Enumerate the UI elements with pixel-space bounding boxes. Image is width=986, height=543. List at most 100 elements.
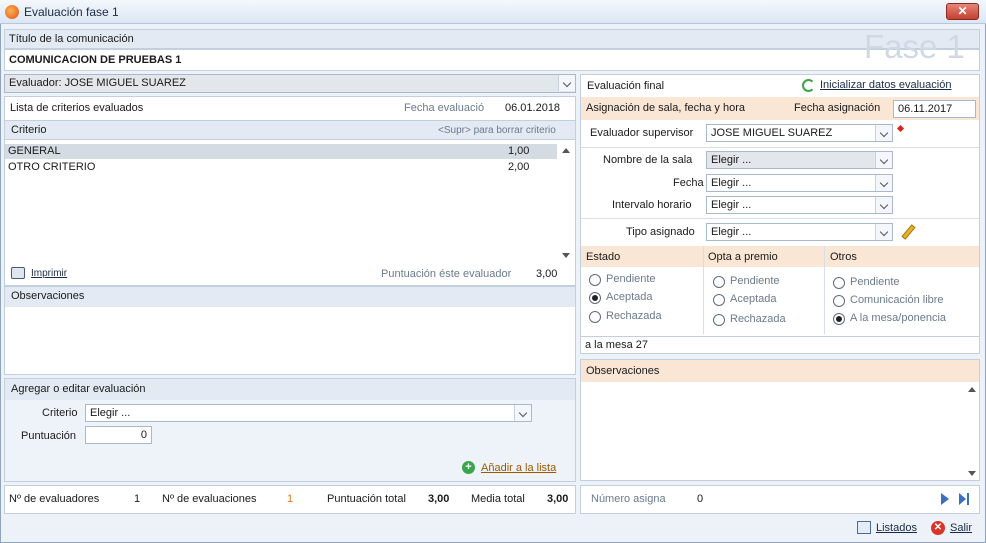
criteria-row-name: GENERAL — [8, 145, 61, 157]
estado-radio-1[interactable] — [589, 292, 601, 304]
time-interval-label: Intervalo horario — [612, 199, 692, 211]
criteria-column-label: Criterio — [11, 124, 47, 136]
supervisor-select[interactable]: JOSE MIGUEL SUAREZ — [706, 124, 893, 142]
last-icon[interactable] — [959, 493, 966, 505]
evaluator-score-label: Puntuación éste evaluador — [381, 268, 512, 280]
assigned-type-label: Tipo asignado — [626, 226, 695, 238]
criteria-scrollbar[interactable] — [559, 144, 573, 262]
assignment-note-field[interactable]: a la mesa 27 — [580, 336, 980, 354]
observations-right-textarea[interactable] — [581, 383, 964, 480]
print-link[interactable]: Imprimir — [31, 268, 67, 279]
chevron-down-icon[interactable] — [875, 224, 892, 240]
otros-radio-2[interactable] — [833, 313, 845, 325]
final-evaluation-title: Evaluación final — [587, 80, 665, 92]
next-icon[interactable] — [941, 493, 949, 505]
supervisor-select-value: JOSE MIGUEL SUAREZ — [711, 127, 833, 139]
room-select[interactable]: Elegir ... — [706, 151, 893, 169]
list-icon[interactable] — [857, 521, 871, 534]
total-score-label: Puntuación total — [327, 493, 406, 505]
evaluator-score-value: 3,00 — [536, 268, 558, 280]
otros-radio-0[interactable] — [833, 277, 845, 289]
opta-radio-1[interactable] — [713, 294, 725, 306]
communication-title: COMUNICACION DE PRUEBAS 1 — [9, 54, 182, 66]
chevron-down-icon[interactable] — [875, 197, 892, 213]
last-icon-bar — [967, 493, 969, 505]
time-interval-select[interactable]: Elegir ... — [706, 196, 893, 214]
evaluator-select-value: Evaluador: JOSE MIGUEL SUAREZ — [9, 77, 186, 89]
chevron-down-icon[interactable] — [514, 405, 531, 421]
puntuacion-label: Puntuación — [21, 430, 77, 442]
close-button[interactable]: ✕ — [946, 3, 979, 20]
date-select[interactable]: Elegir ... — [706, 174, 893, 192]
estado-option-label: Rechazada — [606, 310, 662, 322]
observations-left-textarea[interactable] — [5, 308, 575, 374]
window-title: Evaluación fase 1 — [24, 5, 119, 19]
assigned-number-label: Número asigna — [591, 493, 666, 505]
otros-option-label: Comunicación libre — [850, 294, 944, 306]
chevron-down-icon[interactable] — [875, 152, 892, 168]
assignment-date-input[interactable]: 06.11.2017 — [893, 100, 976, 118]
reset-evaluation-link[interactable]: Inicializar datos evaluación — [820, 79, 951, 91]
add-to-list-link[interactable]: Añadir a la lista — [481, 462, 556, 474]
evaluation-date-value: 06.01.2018 — [505, 102, 561, 114]
estado-option-label: Aceptada — [606, 291, 653, 303]
communication-section-label: Título de la comunicación — [9, 33, 134, 45]
chevron-down-icon[interactable] — [558, 75, 575, 91]
otros-title: Otros — [830, 251, 857, 263]
puntuacion-input[interactable]: 0 — [85, 426, 152, 444]
observations-left-label: Observaciones — [11, 290, 85, 302]
estado-radio-2[interactable] — [589, 311, 601, 323]
estado-title: Estado — [586, 251, 621, 263]
exit-icon[interactable]: ✕ — [931, 521, 945, 535]
divider — [703, 246, 704, 334]
time-interval-select-value: Elegir ... — [711, 199, 752, 211]
chevron-down-icon[interactable] — [875, 175, 892, 191]
criteria-list-title: Lista de criterios evaluados — [10, 102, 144, 114]
app-icon — [5, 5, 19, 19]
divider — [581, 147, 979, 148]
opta-radio-0[interactable] — [713, 276, 725, 288]
listados-link[interactable]: Listados — [876, 522, 917, 534]
communication-header: Título de la comunicación — [4, 29, 980, 49]
opta-option-label: Aceptada — [730, 293, 777, 305]
add-edit-title: Agregar o editar evaluación — [11, 383, 146, 395]
observations-right-panel: Observaciones — [580, 359, 980, 481]
opta-option-label: Pendiente — [730, 275, 780, 287]
date-label: Fecha — [673, 177, 704, 189]
salir-link[interactable]: Salir — [950, 522, 972, 534]
estado-radio-0[interactable] — [589, 274, 601, 286]
assigned-type-select[interactable]: Elegir ... — [706, 223, 893, 241]
criteria-row[interactable]: OTRO CRITERIO 2,00 — [5, 160, 557, 175]
refresh-icon[interactable] — [802, 79, 815, 92]
observations-right-header: Observaciones — [581, 360, 979, 382]
criteria-row-value: 2,00 — [508, 161, 530, 173]
opta-radio-2[interactable] — [713, 314, 725, 326]
room-select-value: Elegir ... — [711, 154, 752, 166]
estado-option-label: Pendiente — [606, 273, 656, 285]
room-label: Nombre de la sala — [603, 154, 693, 166]
phase-watermark: Fase 1 — [864, 28, 965, 65]
add-icon[interactable]: + — [462, 461, 475, 474]
observations-scrollbar[interactable] — [965, 383, 979, 480]
assigned-number-value: 0 — [697, 493, 704, 505]
title-bar[interactable]: Evaluación fase 1 ✕ — [0, 0, 986, 24]
observations-left-panel: Observaciones — [4, 286, 576, 375]
chevron-down-icon[interactable] — [875, 125, 892, 141]
criteria-row-selected[interactable]: GENERAL 1,00 — [5, 144, 557, 159]
criteria-column-header: Criterio <Supr> para borrar criterio — [5, 120, 575, 140]
add-edit-header: Agregar o editar evaluación — [5, 379, 575, 400]
communication-title-box: COMUNICACION DE PRUEBAS 1 — [4, 49, 980, 71]
delete-hint: <Supr> para borrar criterio — [438, 125, 556, 136]
supervisor-label: Evaluador supervisor — [590, 127, 694, 139]
n-evaluators-label: Nº de evaluadores — [9, 493, 100, 505]
printer-icon[interactable] — [11, 267, 25, 279]
evaluator-select[interactable]: Evaluador: JOSE MIGUEL SUAREZ — [4, 74, 576, 93]
criterio-select[interactable]: Elegir ... — [85, 404, 532, 422]
otros-option-label: Pendiente — [850, 276, 900, 288]
opta-option-label: Rechazada — [730, 313, 786, 325]
assignment-date-label: Fecha asignación — [794, 102, 881, 114]
assignment-title: Asignación de sala, fecha y hora — [586, 102, 745, 114]
opta-premio-title: Opta a premio — [708, 251, 778, 263]
otros-radio-1[interactable] — [833, 295, 845, 307]
assigned-type-select-value: Elegir ... — [711, 226, 752, 238]
